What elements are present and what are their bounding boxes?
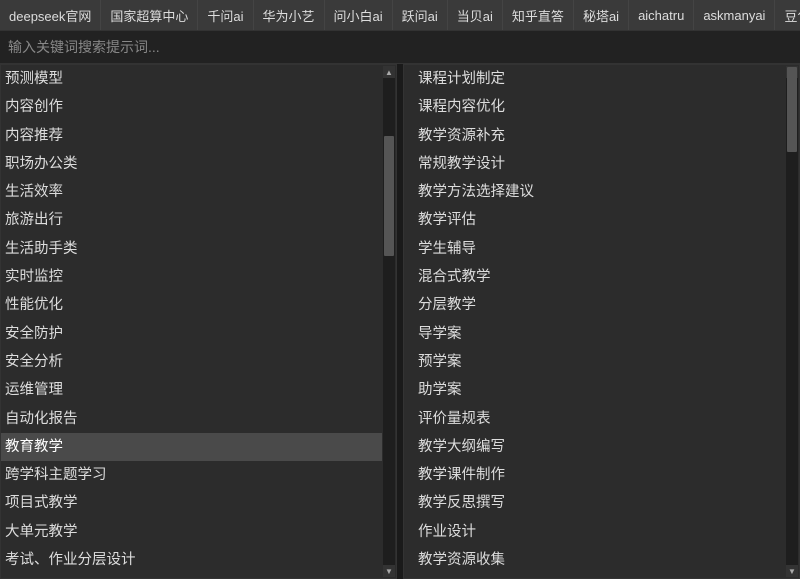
tab-10[interactable]: askmanyai (694, 0, 775, 30)
right-list-item[interactable]: 教学反思撰写 (404, 489, 785, 517)
right-list-item[interactable]: 混合式教学 (404, 263, 785, 291)
left-list-item[interactable]: 跨学科主题学习 (1, 461, 382, 489)
right-scrollbar[interactable]: ▲ ▼ (786, 66, 798, 577)
search-bar (0, 30, 800, 64)
right-list-item[interactable]: 预学案 (404, 348, 785, 376)
left-list-item[interactable]: 内容创作 (1, 93, 382, 121)
left-list-item[interactable]: 职场办公类 (1, 150, 382, 178)
scroll-down-icon[interactable]: ▼ (383, 565, 395, 577)
left-list-item[interactable]: 旅游出行 (1, 206, 382, 234)
left-scrollbar[interactable]: ▲ ▼ (383, 66, 395, 577)
scroll-down-icon[interactable]: ▼ (786, 565, 798, 577)
scroll-thumb[interactable] (787, 67, 797, 152)
panels: 预测模型内容创作内容推荐职场办公类生活效率旅游出行生活助手类实时监控性能优化安全… (0, 64, 800, 579)
right-list-item[interactable]: 学生辅导 (404, 235, 785, 263)
left-list-item[interactable]: 实时监控 (1, 263, 382, 291)
left-list-item[interactable]: 自动化报告 (1, 405, 382, 433)
tab-11[interactable]: 豆包ai (775, 0, 800, 30)
left-list-item[interactable]: 性能优化 (1, 291, 382, 319)
tab-9[interactable]: aichatru (629, 0, 694, 30)
right-list-item[interactable]: 课程内容优化 (404, 93, 785, 121)
tab-7[interactable]: 知乎直答 (503, 0, 574, 30)
right-list-item[interactable]: 分层教学 (404, 291, 785, 319)
tab-3[interactable]: 华为小艺 (254, 0, 325, 30)
tab-4[interactable]: 问小白ai (325, 0, 393, 30)
right-list-item[interactable]: 教学方法选择建议 (404, 178, 785, 206)
tab-0[interactable]: deepseek官网 (0, 0, 101, 30)
left-list-item[interactable]: 预测模型 (1, 65, 382, 93)
tab-8[interactable]: 秘塔ai (574, 0, 629, 30)
left-list-item[interactable]: 生活效率 (1, 178, 382, 206)
right-list-item[interactable]: 课程计划制定 (404, 65, 785, 93)
search-input[interactable] (8, 39, 792, 55)
left-panel: 预测模型内容创作内容推荐职场办公类生活效率旅游出行生活助手类实时监控性能优化安全… (0, 64, 397, 579)
tab-bar: deepseek官网国家超算中心千问ai华为小艺问小白ai跃问ai当贝ai知乎直… (0, 0, 800, 30)
right-list-item[interactable]: 常规教学设计 (404, 150, 785, 178)
left-list-item[interactable]: 生活助手类 (1, 235, 382, 263)
scroll-up-icon[interactable]: ▲ (383, 66, 395, 78)
right-list-item[interactable]: 教学大纲编写 (404, 433, 785, 461)
left-list-item[interactable]: 大单元教学 (1, 518, 382, 546)
left-list-item[interactable]: 安全防护 (1, 320, 382, 348)
right-list-item[interactable]: 作业设计 (404, 518, 785, 546)
left-list-item[interactable]: 教育教学 (1, 433, 382, 461)
left-list-item[interactable]: 内容推荐 (1, 122, 382, 150)
left-list-item[interactable]: 运维管理 (1, 376, 382, 404)
left-list-item[interactable]: 课题研究项目 (1, 574, 382, 578)
right-list-item[interactable]: 教学资源补充 (404, 122, 785, 150)
right-panel: 课程计划制定课程内容优化教学资源补充常规教学设计教学方法选择建议教学评估学生辅导… (403, 64, 800, 579)
scroll-thumb[interactable] (384, 136, 394, 256)
left-list-item[interactable]: 项目式教学 (1, 489, 382, 517)
right-list-item[interactable]: 教学课件制作 (404, 461, 785, 489)
left-list-item[interactable]: 考试、作业分层设计 (1, 546, 382, 574)
tab-2[interactable]: 千问ai (198, 0, 253, 30)
right-list-item[interactable]: 教学评估 (404, 206, 785, 234)
tab-5[interactable]: 跃问ai (393, 0, 448, 30)
right-list-item[interactable]: 导学案 (404, 320, 785, 348)
tab-1[interactable]: 国家超算中心 (101, 0, 198, 30)
right-list-item[interactable]: 评价量规表 (404, 405, 785, 433)
right-list-item[interactable]: 助学案 (404, 376, 785, 404)
left-list-item[interactable]: 安全分析 (1, 348, 382, 376)
tab-6[interactable]: 当贝ai (448, 0, 503, 30)
right-list-item[interactable]: 教学资源整合 (404, 574, 785, 578)
right-list-item[interactable]: 教学资源收集 (404, 546, 785, 574)
